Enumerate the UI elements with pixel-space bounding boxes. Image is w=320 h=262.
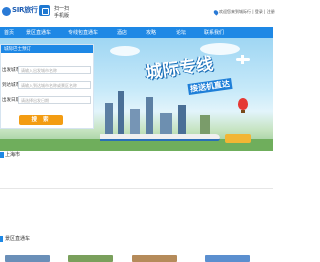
arrival-city-input[interactable]: 请输入到达城市名称或景区名称 — [18, 81, 91, 89]
mobile-version-link[interactable]: 手机版 — [54, 12, 69, 19]
nav-item-forum[interactable]: 论坛 — [176, 29, 186, 36]
site-logo[interactable]: SIR旅行 — [12, 5, 38, 15]
city-marker-icon — [0, 152, 4, 158]
section-title: 景区直通车 — [5, 236, 31, 242]
nav-item-hotel[interactable]: 酒店 — [117, 29, 127, 36]
booking-panel-title: 城际巴士预订 — [4, 47, 31, 52]
route-thumbnail[interactable] — [205, 255, 250, 262]
route-thumbnail[interactable] — [68, 255, 113, 262]
current-city[interactable]: 上海市 — [5, 151, 20, 158]
site-header: SIR旅行 扫一扫 手机版 欢迎您来到城际行 | 登录 | 注册 — [0, 0, 275, 27]
route-thumbnail[interactable] — [5, 255, 50, 262]
building-decoration — [130, 109, 140, 135]
route-thumbnail[interactable] — [132, 255, 177, 262]
booking-panel: 城际巴士预订 出发城市 请输入出发城市名称 到达城市 请输入到达城市名称或景区名… — [0, 44, 94, 129]
building-decoration — [146, 97, 153, 135]
building-decoration — [118, 91, 124, 135]
building-decoration — [160, 113, 172, 135]
nav-item-contact[interactable]: 联系我们 — [204, 29, 224, 36]
tree-decoration — [200, 115, 210, 135]
divider — [0, 188, 273, 189]
main-nav: 首页 景区直通车 专线包直通车 酒店 攻略 论坛 联系我们 — [0, 27, 273, 38]
building-decoration — [178, 105, 186, 135]
qr-code-icon[interactable] — [39, 5, 50, 16]
bus-icon — [225, 134, 251, 143]
section-marker-icon — [0, 236, 3, 242]
banner-subslogan: 接送机直达 — [187, 77, 233, 96]
nav-item-home[interactable]: 首页 — [4, 29, 14, 36]
app-qr-label: 扫一扫 — [54, 6, 70, 12]
departure-city-input[interactable]: 请输入出发城市名称 — [18, 66, 91, 74]
cloud-decoration — [110, 46, 140, 56]
nav-item-scenic-bus[interactable]: 景区直通车 — [26, 29, 51, 36]
banner-slogan: 城际专线 — [144, 54, 215, 84]
header-user-links[interactable]: 欢迎您来到城际行 | 登录 | 注册 — [219, 9, 275, 15]
search-button[interactable]: 搜 索 — [19, 115, 63, 125]
building-decoration — [105, 103, 113, 135]
nav-item-guide[interactable]: 攻略 — [146, 29, 156, 36]
departure-date-input[interactable]: 请选择出发日期 — [18, 96, 91, 104]
logo-icon[interactable] — [2, 7, 11, 16]
bullet-train-icon — [100, 134, 220, 141]
nav-item-charter-bus[interactable]: 专线包直通车 — [68, 29, 98, 36]
airplane-icon — [236, 55, 250, 64]
booking-panel-header: 城际巴士预订 — [1, 45, 93, 53]
hot-air-balloon-icon — [238, 98, 248, 113]
